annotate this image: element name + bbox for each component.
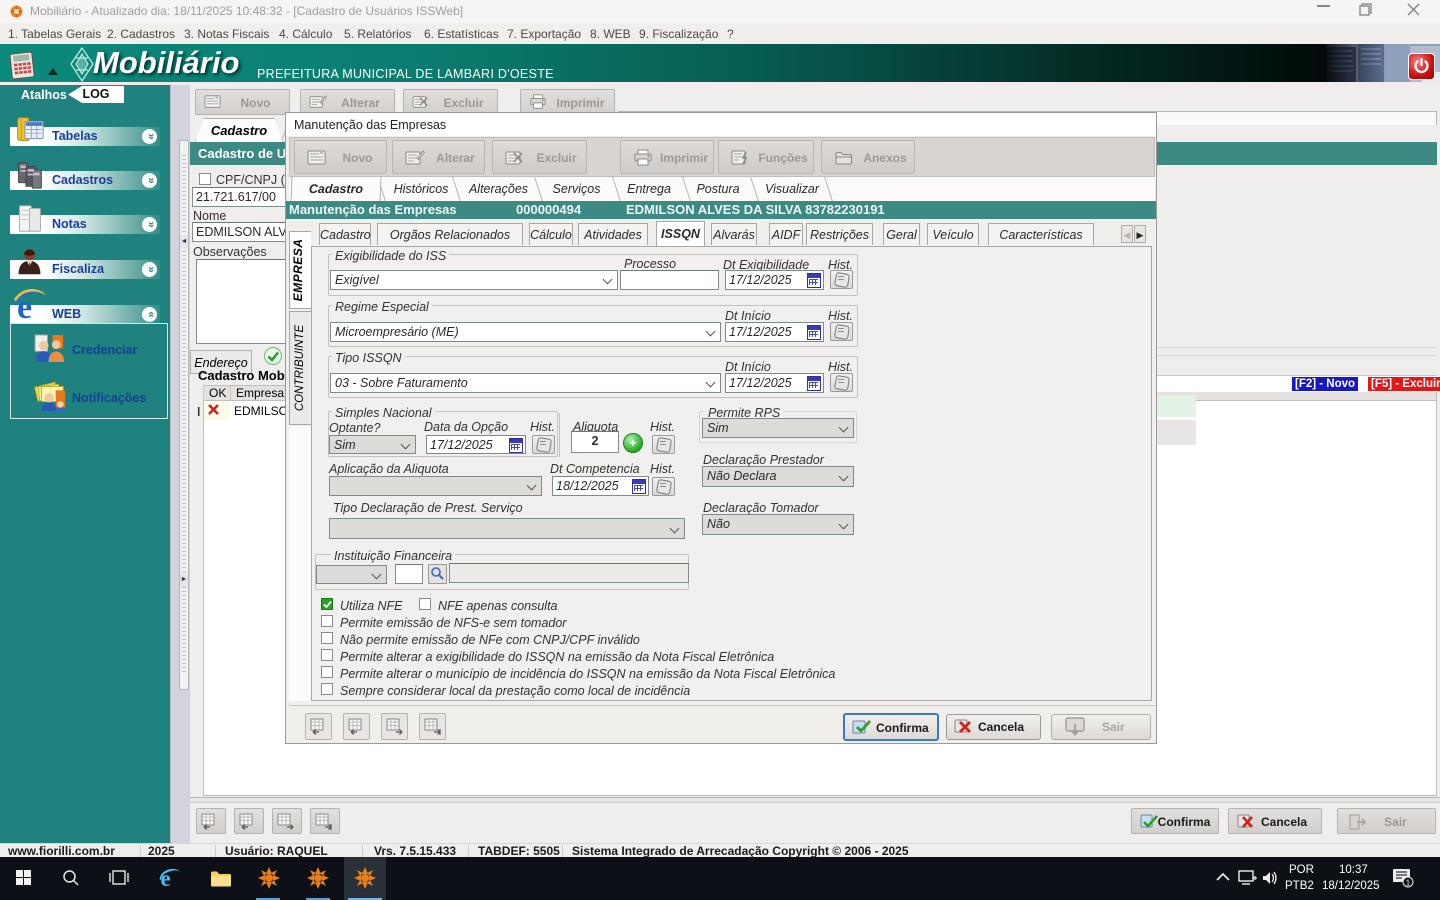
svg-text:1: 1 bbox=[1406, 879, 1411, 888]
